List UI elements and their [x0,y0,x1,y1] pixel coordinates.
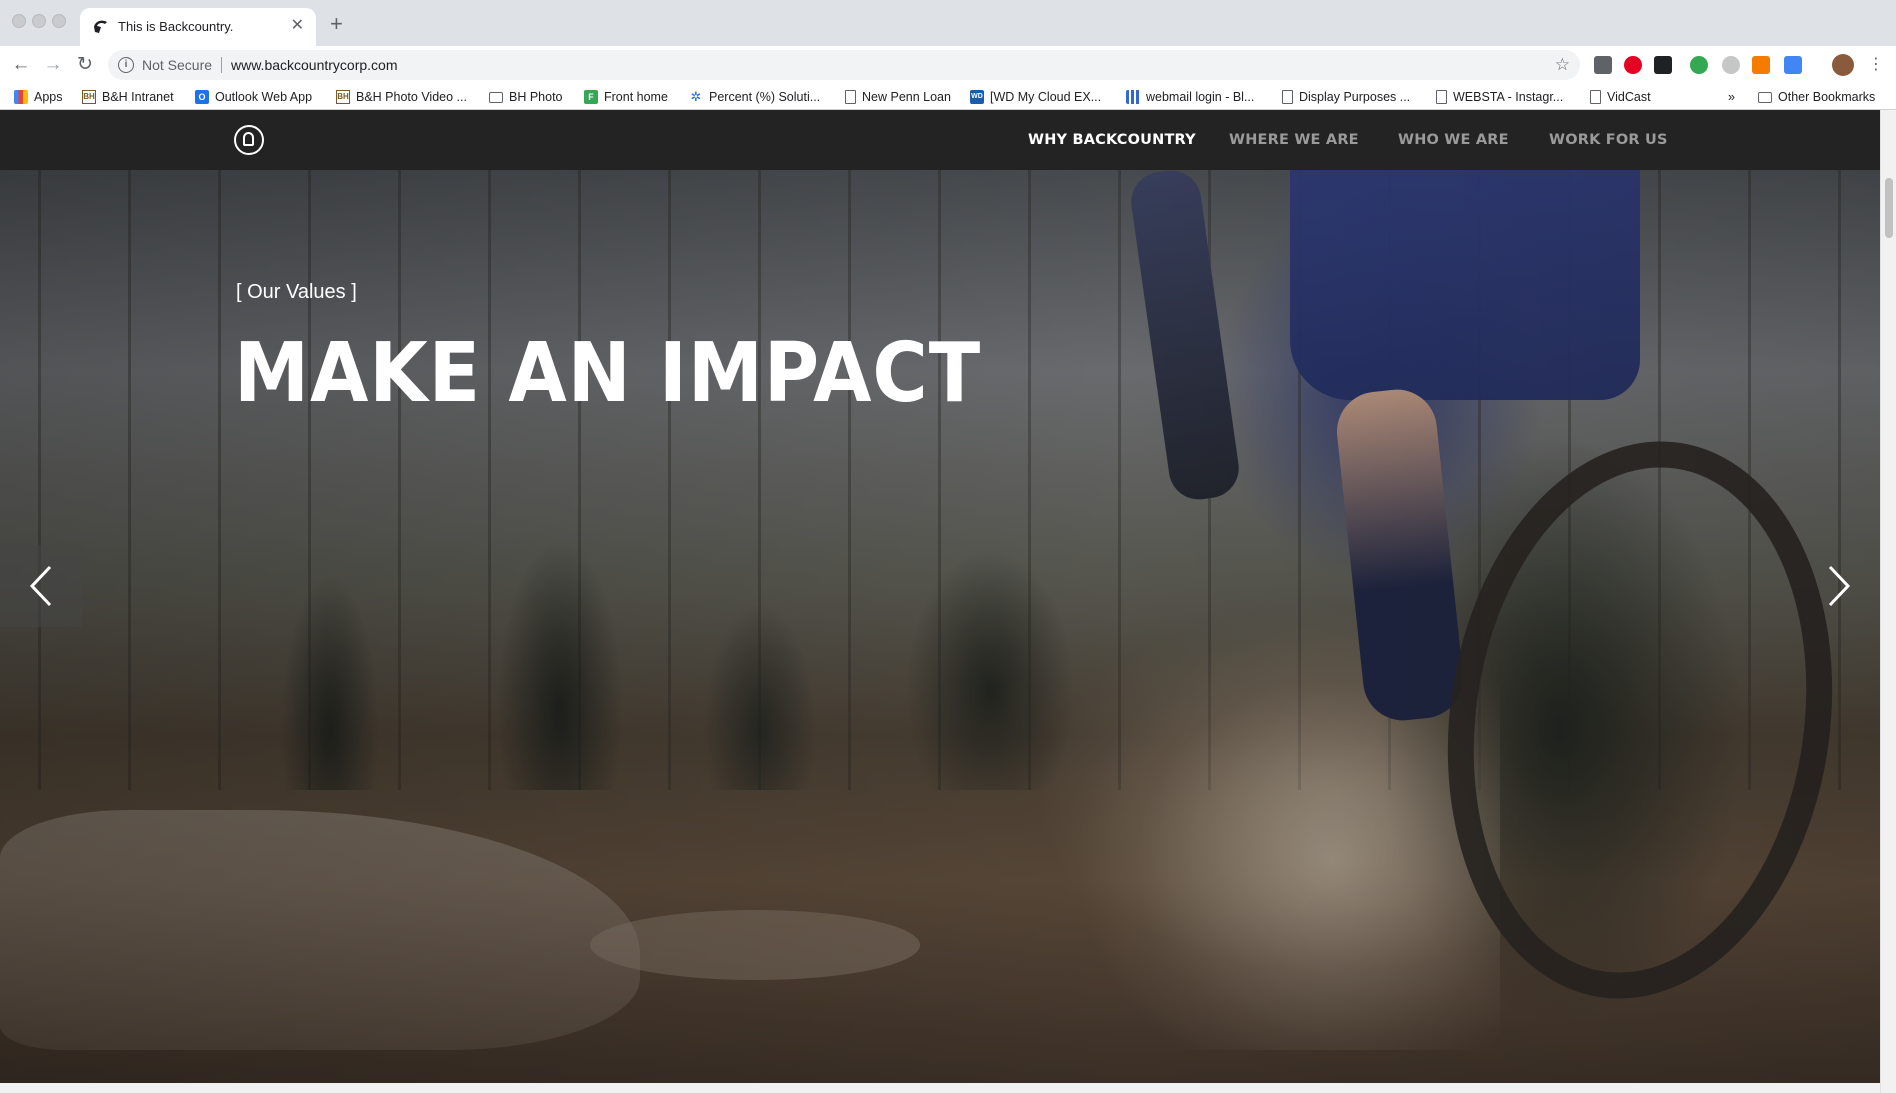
bookmark-bh-intranet[interactable]: BH B&H Intranet [82,88,174,106]
reload-icon[interactable]: ↻ [73,53,97,77]
bh-icon: BH [82,90,96,104]
hero-slider: [ Our Values ] MAKE AN IMPACT 01 02 03 0… [0,170,1880,1083]
other-bookmarks[interactable]: Other Bookmarks [1758,88,1875,106]
folder-icon [489,91,503,103]
bh-icon: BH [336,90,350,104]
bookmarks-bar: Apps BH B&H Intranet O Outlook Web App B… [0,84,1896,110]
back-arrow-icon[interactable]: ← [9,53,33,77]
cloud-extension-icon[interactable] [1722,56,1740,74]
bookmark-new-penn-loan[interactable]: New Penn Loan [845,88,951,106]
browser-toolbar: ← → ↻ i Not Secure www.backcountrycorp.c… [0,46,1896,84]
browser-tab-active[interactable]: This is Backcountry. ✕ [80,8,316,46]
page-scrollbar[interactable] [1880,110,1896,1093]
bookmark-webmail[interactable]: webmail login - Bl... [1126,88,1254,106]
bookmark-websta[interactable]: WEBSTA - Instagr... [1436,88,1563,106]
folder-icon [1758,91,1772,103]
bookmark-percent-solutions[interactable]: ✲ Percent (%) Soluti... [689,88,821,106]
gear-icon: ✲ [690,89,702,104]
apps-grid-icon [14,90,28,104]
window-minimize-button[interactable] [32,14,46,28]
bookmark-label: Display Purposes ... [1299,90,1411,104]
backcountry-goat-favicon-icon [94,20,107,33]
logo-goat-mark [243,132,254,146]
window-close-button[interactable] [12,14,26,28]
menu-kebab-icon[interactable]: ⋮ [1864,53,1888,77]
bookmark-label: Other Bookmarks [1778,90,1876,104]
bookmark-label: Apps [34,90,63,104]
tab-close-icon[interactable]: ✕ [291,17,304,35]
bookmark-label: webmail login - Bl... [1146,90,1255,104]
omnibox-divider [221,57,222,73]
hero-eyebrow: [ Our Values ] [236,281,357,303]
bookmark-bh-photo-video[interactable]: BH B&H Photo Video ... [336,88,467,106]
search-extension-icon[interactable] [1690,56,1708,74]
outlook-icon: O [195,90,209,104]
document-icon [845,90,856,104]
calendar-extension-icon[interactable] [1594,56,1612,74]
backcountry-logo-icon[interactable] [234,125,264,155]
slider-next-button[interactable] [1798,545,1880,627]
url-text[interactable]: www.backcountrycorp.com [231,56,398,74]
bookmark-outlook[interactable]: O Outlook Web App [195,88,312,106]
sync-extension-icon[interactable] [1784,56,1802,74]
green-page-icon: F [584,90,598,104]
bookmarks-overflow-button[interactable]: » [1728,88,1735,106]
forward-arrow-icon[interactable]: → [41,53,65,77]
layers-extension-icon[interactable] [1654,56,1672,74]
bookmark-apps[interactable]: Apps [14,88,63,106]
bookmark-label: Percent (%) Soluti... [709,90,821,104]
document-icon [1282,90,1293,104]
bookmark-star-icon[interactable]: ☆ [1555,55,1570,75]
grid-icon [1126,90,1140,104]
chevron-left-icon [29,565,52,607]
bookmark-label: Outlook Web App [215,90,313,104]
bookmark-label: BH Photo [509,90,563,104]
nav-why-backcountry[interactable]: WHY BACKCOUNTRY [1028,130,1196,150]
document-icon [1590,90,1601,104]
document-icon [1436,90,1447,104]
tab-title: This is Backcountry. [118,19,234,34]
bookmark-label: [WD My Cloud EX... [990,90,1102,104]
hero-overlay [0,170,1880,1083]
bookmark-display-purposes[interactable]: Display Purposes ... [1282,88,1410,106]
bookmark-label: WEBSTA - Instagr... [1453,90,1564,104]
bookmark-bh-photo-folder[interactable]: BH Photo [489,88,563,106]
browser-tab-strip: This is Backcountry. ✕ + [0,0,1896,46]
bookmark-label: B&H Photo Video ... [356,90,467,104]
bookmark-wd-my-cloud[interactable]: WD [WD My Cloud EX... [970,88,1101,106]
site-header: WHY BACKCOUNTRY WHERE WE ARE WHO WE ARE … [0,110,1880,170]
nav-work-for-us[interactable]: WORK FOR US [1549,130,1668,150]
bookmark-vidcast[interactable]: VidCast [1590,88,1651,106]
security-label[interactable]: Not Secure [142,56,212,74]
address-bar[interactable]: i Not Secure www.backcountrycorp.com ☆ [108,50,1580,80]
bookmark-label: New Penn Loan [862,90,951,104]
bookmark-label: B&H Intranet [102,90,174,104]
new-tab-button[interactable]: + [330,12,343,36]
chevron-right-icon [1828,565,1851,607]
nav-who-we-are[interactable]: WHO WE ARE [1398,130,1509,150]
page-bottom-strip [0,1083,1880,1093]
profile-avatar[interactable] [1832,54,1854,76]
orange-extension-icon[interactable] [1752,56,1770,74]
hero-headline: MAKE AN IMPACT [234,326,982,421]
page-viewport: WHY BACKCOUNTRY WHERE WE ARE WHO WE ARE … [0,110,1896,1093]
window-maximize-button[interactable] [52,14,66,28]
scrollbar-thumb[interactable] [1885,178,1893,238]
slider-prev-button[interactable] [0,545,82,627]
nav-where-we-are[interactable]: WHERE WE ARE [1229,130,1359,150]
bookmark-front-home[interactable]: F Front home [584,88,668,106]
wd-icon: WD [970,90,984,104]
bookmark-label: VidCast [1607,90,1651,104]
info-icon[interactable]: i [118,57,134,73]
overflow-chevron-icon: » [1728,90,1735,104]
pinterest-extension-icon[interactable] [1624,56,1642,74]
bookmark-label: Front home [604,90,668,104]
